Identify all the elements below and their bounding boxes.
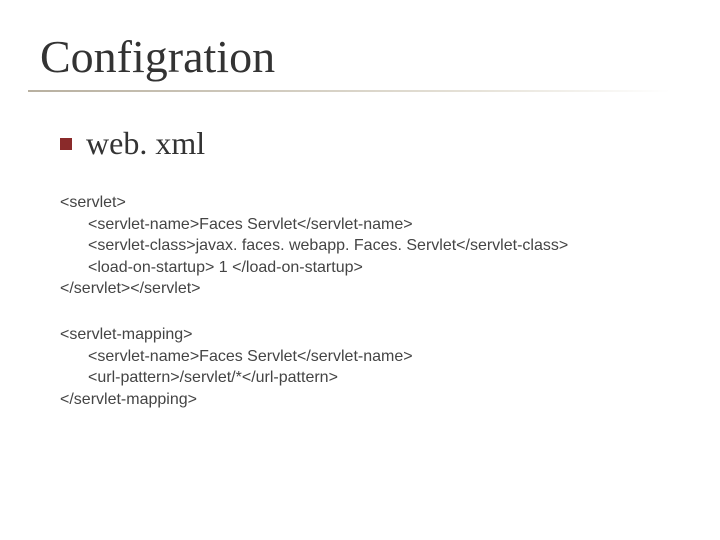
code-line: <servlet-class>javax. faces. webapp. Fac… (60, 235, 670, 257)
code-line: </servlet></servlet> (60, 280, 201, 297)
code-line: <servlet-name>Faces Servlet</servlet-nam… (60, 214, 670, 236)
bullet-square-icon (60, 138, 72, 150)
subheading: web. xml (86, 125, 205, 162)
code-block-servlet: <servlet> <servlet-name>Faces Servlet</s… (60, 192, 670, 300)
title-underline (28, 90, 670, 92)
code-line: </servlet-mapping> (60, 391, 197, 408)
code-line: <load-on-startup> 1 </load-on-startup> (60, 257, 670, 279)
code-line: <servlet-name>Faces Servlet</servlet-nam… (60, 346, 670, 368)
slide: Configration web. xml <servlet> <servlet… (0, 0, 720, 540)
page-title: Configration (40, 30, 670, 83)
code-line: <servlet> (60, 194, 126, 211)
bullet-item: web. xml (60, 125, 670, 162)
code-line: <servlet-mapping> (60, 326, 193, 343)
code-line: <url-pattern>/servlet/*</url-pattern> (60, 367, 670, 389)
code-block-mapping: <servlet-mapping> <servlet-name>Faces Se… (60, 324, 670, 410)
